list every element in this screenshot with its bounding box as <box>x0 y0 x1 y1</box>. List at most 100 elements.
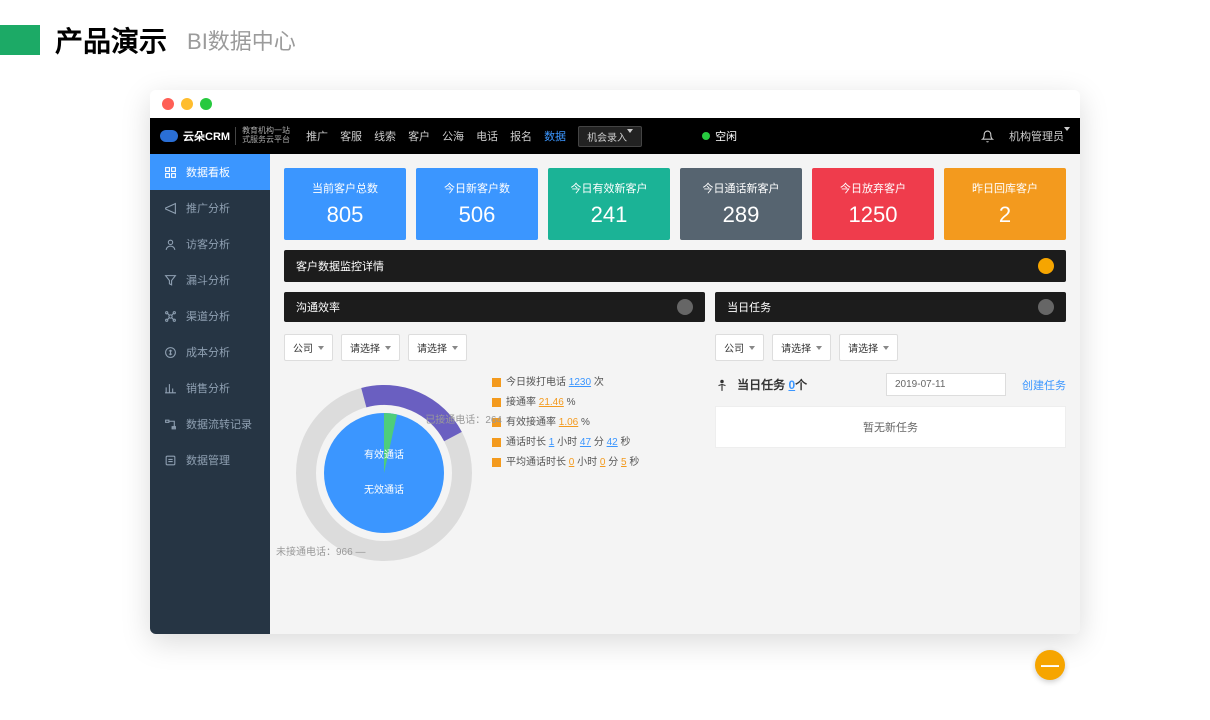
nav-item-5[interactable]: 电话 <box>476 128 498 144</box>
missed-annotation: 未接通电话：966 — <box>276 543 365 558</box>
stat-label: 昨日回库客户 <box>948 180 1062 196</box>
sidebar-item-label: 渠道分析 <box>186 308 230 324</box>
stat-card-5[interactable]: 昨日回库客户 2 <box>944 168 1066 240</box>
sidebar-item-label: 数据流转记录 <box>186 416 252 432</box>
sidebar-item-visitor[interactable]: 访客分析 <box>150 226 270 262</box>
stat-value: 2 <box>948 202 1062 228</box>
stat-value: 289 <box>684 202 798 228</box>
efficiency-panel-header: 沟通效率 <box>284 292 705 322</box>
stat-value: 506 <box>420 202 534 228</box>
mac-titlebar <box>150 90 1080 118</box>
main-content: 当前客户总数805今日新客户数506今日有效新客户241今日通话新客户289今日… <box>270 154 1080 634</box>
stat-value: 241 <box>552 202 666 228</box>
monitor-panel-header: 客户数据监控详情 <box>284 250 1066 282</box>
sidebar-item-channel[interactable]: 渠道分析 <box>150 298 270 334</box>
stat-label: 今日放弃客户 <box>816 180 930 196</box>
top-navbar: 云朵CRM 教育机构一站式服务云平台 推广客服线索客户公海电话报名数据 机会录入… <box>150 118 1080 154</box>
sidebar-item-label: 成本分析 <box>186 344 230 360</box>
connected-annotation: 已接通电话：264 <box>425 411 502 426</box>
maximize-dot[interactable] <box>200 98 212 110</box>
nav-item-4[interactable]: 公海 <box>442 128 464 144</box>
sidebar-item-label: 推广分析 <box>186 200 230 216</box>
task-filter-select-1[interactable]: 请选择 <box>772 334 831 361</box>
funnel-icon <box>164 274 177 287</box>
minimize-dot[interactable] <box>181 98 193 110</box>
sidebar-item-flow[interactable]: 数据流转记录 <box>150 406 270 442</box>
bell-icon[interactable] <box>981 130 994 143</box>
header-accent-bar <box>0 25 40 55</box>
collapse-button[interactable] <box>1038 258 1054 274</box>
sidebar-item-funnel[interactable]: 漏斗分析 <box>150 262 270 298</box>
nav-item-0[interactable]: 推广 <box>306 128 328 144</box>
efficiency-collapse-button[interactable] <box>677 299 693 315</box>
manage-icon <box>164 454 177 467</box>
create-task-link[interactable]: 创建任务 <box>1022 377 1066 393</box>
opportunity-entry-button[interactable]: 机会录入 <box>578 126 642 147</box>
stat-card-4[interactable]: 今日放弃客户 1250 <box>812 168 934 240</box>
tasks-empty-state: 暂无新任务 <box>715 406 1066 448</box>
stat-value: 805 <box>288 202 402 228</box>
metrics-legend: 今日拨打电话 1230 次 接通率 21.46 % 有效接通率 1.06 % 通… <box>492 373 639 473</box>
task-filter-select-2[interactable]: 请选择 <box>839 334 898 361</box>
brand-name: 云朵CRM <box>183 128 230 144</box>
sidebar: 数据看板推广分析访客分析漏斗分析渠道分析成本分析销售分析数据流转记录数据管理 <box>150 154 270 634</box>
brand-tagline: 教育机构一站式服务云平台 <box>235 127 290 145</box>
filter-select-1[interactable]: 请选择 <box>341 334 400 361</box>
task-count-label: 当日任务 0个 <box>737 376 807 393</box>
tasks-panel-header: 当日任务 <box>715 292 1066 322</box>
sidebar-item-promo[interactable]: 推广分析 <box>150 190 270 226</box>
status-dot-icon <box>702 132 710 140</box>
sidebar-item-label: 数据看板 <box>186 164 230 180</box>
sidebar-item-dashboard[interactable]: 数据看板 <box>150 154 270 190</box>
task-date-input[interactable] <box>886 373 1006 396</box>
stat-label: 当前客户总数 <box>288 180 402 196</box>
nav-item-7[interactable]: 数据 <box>544 128 566 144</box>
svg-text:无效通话: 无效通话 <box>364 483 404 496</box>
stat-label: 今日新客户数 <box>420 180 534 196</box>
close-dot[interactable] <box>162 98 174 110</box>
task-company-select[interactable]: 公司 <box>715 334 764 361</box>
page-subtitle: BI数据中心 <box>187 24 296 56</box>
stat-card-2[interactable]: 今日有效新客户 241 <box>548 168 670 240</box>
communication-donut-chart: 有效通话 无效通话 已接通电话：264 未接通电话：966 — <box>284 373 484 573</box>
stat-label: 今日通话新客户 <box>684 180 798 196</box>
floating-action-button[interactable]: — <box>1035 650 1065 680</box>
nav-item-6[interactable]: 报名 <box>510 128 532 144</box>
filter-select-2[interactable]: 请选择 <box>408 334 467 361</box>
stat-card-1[interactable]: 今日新客户数 506 <box>416 168 538 240</box>
stat-value: 1250 <box>816 202 930 228</box>
dashboard-icon <box>164 166 177 179</box>
promo-icon <box>164 202 177 215</box>
page-title: 产品演示 <box>55 20 167 60</box>
company-select[interactable]: 公司 <box>284 334 333 361</box>
idle-status: 空闲 <box>702 128 737 144</box>
sidebar-item-sales[interactable]: 销售分析 <box>150 370 270 406</box>
sidebar-item-label: 访客分析 <box>186 236 230 252</box>
nav-items: 推广客服线索客户公海电话报名数据 <box>306 128 566 144</box>
sidebar-item-cost[interactable]: 成本分析 <box>150 334 270 370</box>
flow-icon <box>164 418 177 431</box>
cost-icon <box>164 346 177 359</box>
sidebar-item-label: 漏斗分析 <box>186 272 230 288</box>
admin-menu[interactable]: 机构管理员 <box>1009 128 1070 144</box>
nav-item-1[interactable]: 客服 <box>340 128 362 144</box>
nav-item-2[interactable]: 线索 <box>374 128 396 144</box>
stat-card-3[interactable]: 今日通话新客户 289 <box>680 168 802 240</box>
stat-cards-row: 当前客户总数805今日新客户数506今日有效新客户241今日通话新客户289今日… <box>284 168 1066 240</box>
visitor-icon <box>164 238 177 251</box>
channel-icon <box>164 310 177 323</box>
sidebar-item-manage[interactable]: 数据管理 <box>150 442 270 478</box>
cloud-icon <box>160 130 178 142</box>
person-icon <box>715 376 729 394</box>
page-header: 产品演示 BI数据中心 <box>0 0 1210 90</box>
svg-text:有效通话: 有效通话 <box>364 448 404 461</box>
tasks-collapse-button[interactable] <box>1038 299 1054 315</box>
stat-card-0[interactable]: 当前客户总数 805 <box>284 168 406 240</box>
sidebar-item-label: 数据管理 <box>186 452 230 468</box>
app-window: 云朵CRM 教育机构一站式服务云平台 推广客服线索客户公海电话报名数据 机会录入… <box>150 90 1080 634</box>
brand-logo[interactable]: 云朵CRM 教育机构一站式服务云平台 <box>160 127 290 145</box>
stat-label: 今日有效新客户 <box>552 180 666 196</box>
nav-item-3[interactable]: 客户 <box>408 128 430 144</box>
sales-icon <box>164 382 177 395</box>
sidebar-item-label: 销售分析 <box>186 380 230 396</box>
